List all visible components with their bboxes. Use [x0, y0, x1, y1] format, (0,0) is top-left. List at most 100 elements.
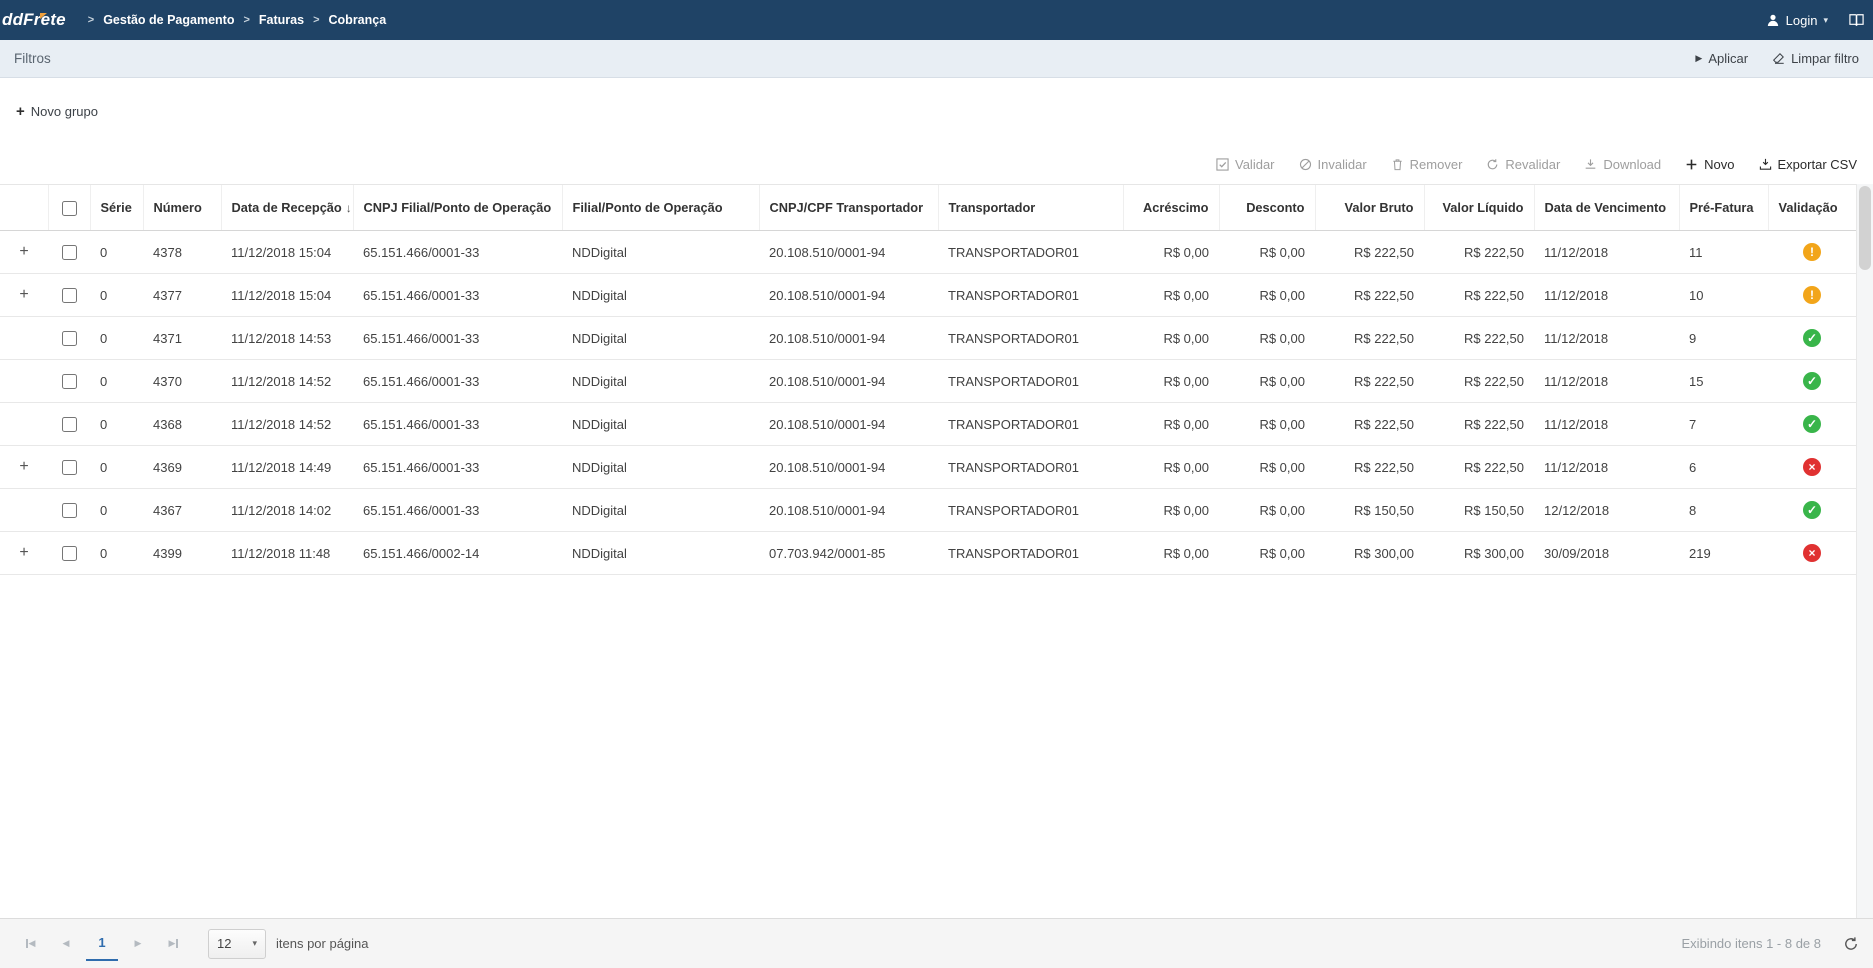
column-header-vencimento[interactable]: Data de Vencimento	[1534, 185, 1679, 231]
column-header-recepcao[interactable]: Data de Recepção↓	[221, 185, 353, 231]
column-header-pre_fatura[interactable]: Pré-Fatura	[1679, 185, 1768, 231]
page-size-select[interactable]: 12 ▾	[208, 929, 266, 959]
new-group-button[interactable]: + Novo grupo	[16, 103, 98, 120]
cell-valor_bruto: R$ 222,50	[1315, 446, 1424, 489]
validate-button[interactable]: Validar	[1216, 157, 1275, 172]
cell-serie: 0	[90, 360, 143, 403]
column-header-desconto[interactable]: Desconto	[1219, 185, 1315, 231]
cell-acrescimo: R$ 0,00	[1123, 446, 1219, 489]
first-page-button[interactable]: ◀	[14, 927, 46, 961]
column-header-cnpj_filial[interactable]: CNPJ Filial/Ponto de Operação	[353, 185, 562, 231]
cell-desconto: R$ 0,00	[1219, 317, 1315, 360]
login-menu[interactable]: Login ▾	[1766, 13, 1828, 28]
row-checkbox[interactable]	[62, 460, 77, 475]
checkbox-cell	[48, 489, 90, 532]
column-label: CNPJ Filial/Ponto de Operação	[364, 200, 552, 215]
cell-cnpj_transportador: 20.108.510/0001-94	[759, 360, 938, 403]
column-header-valor_bruto[interactable]: Valor Bruto	[1315, 185, 1424, 231]
refresh-button[interactable]	[1843, 936, 1859, 952]
cell-pre_fatura: 9	[1679, 317, 1768, 360]
apply-filter-button[interactable]: ▶ Aplicar	[1695, 51, 1748, 66]
cell-acrescimo: R$ 0,00	[1123, 532, 1219, 575]
select-all-header[interactable]	[48, 185, 90, 231]
column-header-validacao[interactable]: Validação	[1768, 185, 1856, 231]
expand-row-icon[interactable]: +	[19, 545, 28, 561]
cell-transportador: TRANSPORTADOR01	[938, 532, 1123, 575]
select-all-checkbox[interactable]	[62, 201, 77, 216]
download-button[interactable]: Download	[1584, 157, 1661, 172]
cell-recepcao: 11/12/2018 14:53	[221, 317, 353, 360]
row-checkbox[interactable]	[62, 331, 77, 346]
plus-icon	[1685, 158, 1698, 171]
expand-row-icon[interactable]: +	[19, 244, 28, 260]
row-checkbox[interactable]	[62, 417, 77, 432]
plus-icon: +	[16, 103, 25, 120]
new-button[interactable]: Novo	[1685, 157, 1734, 172]
revalidate-button[interactable]: Revalidar	[1486, 157, 1560, 172]
breadcrumb-gestao-de-pagamento[interactable]: Gestão de Pagamento	[103, 13, 234, 27]
current-page-button[interactable]: 1	[86, 927, 118, 961]
table-row: 0436811/12/2018 14:5265.151.466/0001-33N…	[0, 403, 1856, 446]
cell-vencimento: 11/12/2018	[1534, 403, 1679, 446]
prev-page-button[interactable]: ◀	[50, 927, 82, 961]
login-label: Login	[1786, 13, 1818, 28]
expand-row-icon[interactable]: +	[19, 459, 28, 475]
vertical-scrollbar[interactable]	[1856, 184, 1873, 918]
export-csv-button[interactable]: Exportar CSV	[1759, 157, 1857, 172]
row-checkbox[interactable]	[62, 374, 77, 389]
column-label: Acréscimo	[1143, 200, 1208, 215]
column-header-filial[interactable]: Filial/Ponto de Operação	[562, 185, 759, 231]
row-checkbox[interactable]	[62, 288, 77, 303]
column-label: Pré-Fatura	[1690, 200, 1754, 215]
column-label: Valor Líquido	[1442, 200, 1523, 215]
clear-filter-button[interactable]: Limpar filtro	[1772, 51, 1859, 66]
column-header-transportador[interactable]: Transportador	[938, 185, 1123, 231]
row-checkbox[interactable]	[62, 503, 77, 518]
cell-pre_fatura: 6	[1679, 446, 1768, 489]
expand-cell	[0, 360, 48, 403]
cell-desconto: R$ 0,00	[1219, 489, 1315, 532]
logo[interactable]: ddFrete	[0, 10, 76, 30]
book-icon[interactable]	[1848, 12, 1867, 29]
column-label: Número	[154, 200, 202, 215]
row-checkbox[interactable]	[62, 245, 77, 260]
cell-numero: 4368	[143, 403, 221, 446]
pager-right: Exibindo itens 1 - 8 de 8	[1682, 936, 1859, 952]
remove-button[interactable]: Remover	[1391, 157, 1463, 172]
last-page-button[interactable]: ▶	[158, 927, 190, 961]
column-header-numero[interactable]: Número	[143, 185, 221, 231]
cell-recepcao: 11/12/2018 14:49	[221, 446, 353, 489]
cell-cnpj_filial: 65.151.466/0001-33	[353, 360, 562, 403]
column-header-cnpj_transportador[interactable]: CNPJ/CPF Transportador	[759, 185, 938, 231]
next-page-button[interactable]: ▶	[122, 927, 154, 961]
cell-cnpj_filial: 65.151.466/0001-33	[353, 489, 562, 532]
validation-warning-icon: !	[1803, 243, 1821, 261]
invalidate-button[interactable]: Invalidar	[1299, 157, 1367, 172]
cell-transportador: TRANSPORTADOR01	[938, 446, 1123, 489]
column-header-valor_liquido[interactable]: Valor Líquido	[1424, 185, 1534, 231]
breadcrumb-faturas[interactable]: Faturas	[259, 13, 304, 27]
action-label: Revalidar	[1505, 157, 1560, 172]
cell-transportador: TRANSPORTADOR01	[938, 274, 1123, 317]
cell-valor_liquido: R$ 222,50	[1424, 317, 1534, 360]
column-header-acrescimo[interactable]: Acréscimo	[1123, 185, 1219, 231]
breadcrumb-cobranca[interactable]: Cobrança	[329, 13, 387, 27]
expand-row-icon[interactable]: +	[19, 287, 28, 303]
cell-desconto: R$ 0,00	[1219, 274, 1315, 317]
table-row: +0437711/12/2018 15:0465.151.466/0001-33…	[0, 274, 1856, 317]
cell-numero: 4369	[143, 446, 221, 489]
cell-valor_liquido: R$ 222,50	[1424, 403, 1534, 446]
cell-valor_bruto: R$ 300,00	[1315, 532, 1424, 575]
row-checkbox[interactable]	[62, 546, 77, 561]
action-label: Exportar CSV	[1778, 157, 1857, 172]
cell-pre_fatura: 10	[1679, 274, 1768, 317]
cell-vencimento: 11/12/2018	[1534, 360, 1679, 403]
column-header-serie[interactable]: Série	[90, 185, 143, 231]
cell-serie: 0	[90, 532, 143, 575]
cell-recepcao: 11/12/2018 14:02	[221, 489, 353, 532]
cell-cnpj_transportador: 20.108.510/0001-94	[759, 231, 938, 274]
filter-group-area: + Novo grupo	[0, 78, 1873, 144]
clear-filter-label: Limpar filtro	[1791, 51, 1859, 66]
scrollbar-thumb[interactable]	[1859, 186, 1871, 270]
cell-cnpj_transportador: 20.108.510/0001-94	[759, 274, 938, 317]
